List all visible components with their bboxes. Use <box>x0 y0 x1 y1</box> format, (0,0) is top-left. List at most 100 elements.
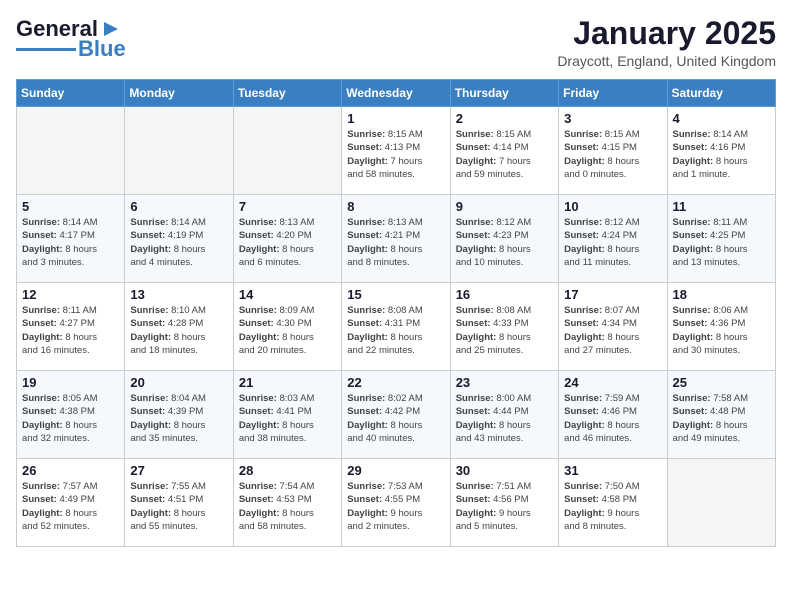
day-number: 10 <box>564 199 661 214</box>
logo: General Blue <box>16 16 126 62</box>
day-info: Sunrise: 8:15 AMSunset: 4:14 PMDaylight:… <box>456 128 553 181</box>
calendar-cell: 31 Sunrise: 7:50 AMSunset: 4:58 PMDayligh… <box>559 459 667 547</box>
page-header: General Blue January 2025 Draycott, Engl… <box>16 16 776 69</box>
day-info: Sunrise: 8:12 AMSunset: 4:23 PMDaylight:… <box>456 216 553 269</box>
calendar-cell: 24 Sunrise: 7:59 AMSunset: 4:46 PMDayligh… <box>559 371 667 459</box>
calendar-cell: 12 Sunrise: 8:11 AMSunset: 4:27 PMDayligh… <box>17 283 125 371</box>
day-info: Sunrise: 8:15 AMSunset: 4:15 PMDaylight:… <box>564 128 661 181</box>
calendar-cell: 23 Sunrise: 8:00 AMSunset: 4:44 PMDayligh… <box>450 371 558 459</box>
week-row-5: 26 Sunrise: 7:57 AMSunset: 4:49 PMDayligh… <box>17 459 776 547</box>
day-info: Sunrise: 8:11 AMSunset: 4:27 PMDaylight:… <box>22 304 119 357</box>
day-number: 26 <box>22 463 119 478</box>
calendar-cell: 20Sunrise: 8:04 AMSunset: 4:39 PMDayligh… <box>125 371 233 459</box>
day-header-sunday: Sunday <box>17 80 125 107</box>
title-area: January 2025 Draycott, England, United K… <box>557 16 776 69</box>
calendar-cell: 28 Sunrise: 7:54 AMSunset: 4:53 PMDayligh… <box>233 459 341 547</box>
month-title: January 2025 <box>557 16 776 51</box>
logo-text-blue: Blue <box>78 36 126 62</box>
day-info: Sunrise: 7:53 AMSunset: 4:55 PMDaylight:… <box>347 480 444 533</box>
day-info: Sunrise: 7:54 AMSunset: 4:53 PMDaylight:… <box>239 480 336 533</box>
day-info: Sunrise: 8:04 AMSunset: 4:39 PMDaylight:… <box>130 392 227 445</box>
calendar-cell: 30 Sunrise: 7:51 AMSunset: 4:56 PMDayligh… <box>450 459 558 547</box>
day-number: 22 <box>347 375 444 390</box>
day-number: 21 <box>239 375 336 390</box>
day-number: 1 <box>347 111 444 126</box>
calendar-cell: 1 Sunrise: 8:15 AMSunset: 4:13 PMDaylight… <box>342 107 450 195</box>
day-number: 31 <box>564 463 661 478</box>
calendar-cell: 29Sunrise: 7:53 AMSunset: 4:55 PMDayligh… <box>342 459 450 547</box>
day-info: Sunrise: 8:00 AMSunset: 4:44 PMDaylight:… <box>456 392 553 445</box>
calendar-cell: 8 Sunrise: 8:13 AMSunset: 4:21 PMDaylight… <box>342 195 450 283</box>
day-header-wednesday: Wednesday <box>342 80 450 107</box>
calendar-cell: 16 Sunrise: 8:08 AMSunset: 4:33 PMDayligh… <box>450 283 558 371</box>
calendar-cell: 15 Sunrise: 8:08 AMSunset: 4:31 PMDayligh… <box>342 283 450 371</box>
day-number: 28 <box>239 463 336 478</box>
day-info: Sunrise: 8:07 AMSunset: 4:34 PMDaylight:… <box>564 304 661 357</box>
day-number: 12 <box>22 287 119 302</box>
week-row-4: 19 Sunrise: 8:05 AMSunset: 4:38 PMDayligh… <box>17 371 776 459</box>
calendar-cell: 9 Sunrise: 8:12 AMSunset: 4:23 PMDaylight… <box>450 195 558 283</box>
day-info: Sunrise: 8:05 AMSunset: 4:38 PMDaylight:… <box>22 392 119 445</box>
day-number: 2 <box>456 111 553 126</box>
day-number: 4 <box>673 111 770 126</box>
calendar-cell: 7 Sunrise: 8:13 AMSunset: 4:20 PMDaylight… <box>233 195 341 283</box>
day-info: Sunrise: 7:50 AMSunset: 4:58 PMDaylight:… <box>564 480 661 533</box>
day-info: Sunrise: 8:13 AMSunset: 4:21 PMDaylight:… <box>347 216 444 269</box>
day-number: 15 <box>347 287 444 302</box>
calendar-cell: 18 Sunrise: 8:06 AMSunset: 4:36 PMDayligh… <box>667 283 775 371</box>
week-row-3: 12 Sunrise: 8:11 AMSunset: 4:27 PMDayligh… <box>17 283 776 371</box>
day-number: 19 <box>22 375 119 390</box>
calendar-cell: 22Sunrise: 8:02 AMSunset: 4:42 PMDayligh… <box>342 371 450 459</box>
day-info: Sunrise: 8:14 AMSunset: 4:16 PMDaylight:… <box>673 128 770 181</box>
day-number: 9 <box>456 199 553 214</box>
location: Draycott, England, United Kingdom <box>557 53 776 69</box>
day-info: Sunrise: 8:10 AMSunset: 4:28 PMDaylight:… <box>130 304 227 357</box>
day-info: Sunrise: 8:15 AMSunset: 4:13 PMDaylight:… <box>347 128 444 181</box>
calendar-cell: 2 Sunrise: 8:15 AMSunset: 4:14 PMDaylight… <box>450 107 558 195</box>
day-number: 11 <box>673 199 770 214</box>
day-number: 6 <box>130 199 227 214</box>
day-headers: SundayMondayTuesdayWednesdayThursdayFrid… <box>17 80 776 107</box>
day-header-tuesday: Tuesday <box>233 80 341 107</box>
day-info: Sunrise: 8:14 AMSunset: 4:17 PMDaylight:… <box>22 216 119 269</box>
calendar-cell: 25 Sunrise: 7:58 AMSunset: 4:48 PMDayligh… <box>667 371 775 459</box>
day-info: Sunrise: 7:58 AMSunset: 4:48 PMDaylight:… <box>673 392 770 445</box>
day-number: 7 <box>239 199 336 214</box>
day-header-monday: Monday <box>125 80 233 107</box>
week-row-2: 5 Sunrise: 8:14 AMSunset: 4:17 PMDaylight… <box>17 195 776 283</box>
day-info: Sunrise: 8:13 AMSunset: 4:20 PMDaylight:… <box>239 216 336 269</box>
calendar-cell: 17Sunrise: 8:07 AMSunset: 4:34 PMDayligh… <box>559 283 667 371</box>
day-number: 13 <box>130 287 227 302</box>
day-info: Sunrise: 8:03 AMSunset: 4:41 PMDaylight:… <box>239 392 336 445</box>
day-number: 23 <box>456 375 553 390</box>
calendar-cell: 3 Sunrise: 8:15 AMSunset: 4:15 PMDaylight… <box>559 107 667 195</box>
day-number: 3 <box>564 111 661 126</box>
day-number: 8 <box>347 199 444 214</box>
day-info: Sunrise: 7:51 AMSunset: 4:56 PMDaylight:… <box>456 480 553 533</box>
day-number: 18 <box>673 287 770 302</box>
calendar-cell: 11 Sunrise: 8:11 AMSunset: 4:25 PMDayligh… <box>667 195 775 283</box>
calendar-cell: 6Sunrise: 8:14 AMSunset: 4:19 PMDaylight… <box>125 195 233 283</box>
day-number: 25 <box>673 375 770 390</box>
day-number: 14 <box>239 287 336 302</box>
calendar-cell: 21 Sunrise: 8:03 AMSunset: 4:41 PMDayligh… <box>233 371 341 459</box>
day-number: 30 <box>456 463 553 478</box>
day-info: Sunrise: 8:08 AMSunset: 4:31 PMDaylight:… <box>347 304 444 357</box>
calendar-cell: 26 Sunrise: 7:57 AMSunset: 4:49 PMDayligh… <box>17 459 125 547</box>
calendar-cell: 10 Sunrise: 8:12 AMSunset: 4:24 PMDayligh… <box>559 195 667 283</box>
calendar-cell <box>17 107 125 195</box>
calendar-cell <box>667 459 775 547</box>
day-info: Sunrise: 8:12 AMSunset: 4:24 PMDaylight:… <box>564 216 661 269</box>
day-header-thursday: Thursday <box>450 80 558 107</box>
day-number: 24 <box>564 375 661 390</box>
day-header-friday: Friday <box>559 80 667 107</box>
day-number: 5 <box>22 199 119 214</box>
day-info: Sunrise: 7:59 AMSunset: 4:46 PMDaylight:… <box>564 392 661 445</box>
day-info: Sunrise: 8:11 AMSunset: 4:25 PMDaylight:… <box>673 216 770 269</box>
day-info: Sunrise: 8:06 AMSunset: 4:36 PMDaylight:… <box>673 304 770 357</box>
calendar-cell <box>125 107 233 195</box>
calendar-cell: 5 Sunrise: 8:14 AMSunset: 4:17 PMDaylight… <box>17 195 125 283</box>
day-number: 16 <box>456 287 553 302</box>
day-info: Sunrise: 7:57 AMSunset: 4:49 PMDaylight:… <box>22 480 119 533</box>
day-info: Sunrise: 8:08 AMSunset: 4:33 PMDaylight:… <box>456 304 553 357</box>
